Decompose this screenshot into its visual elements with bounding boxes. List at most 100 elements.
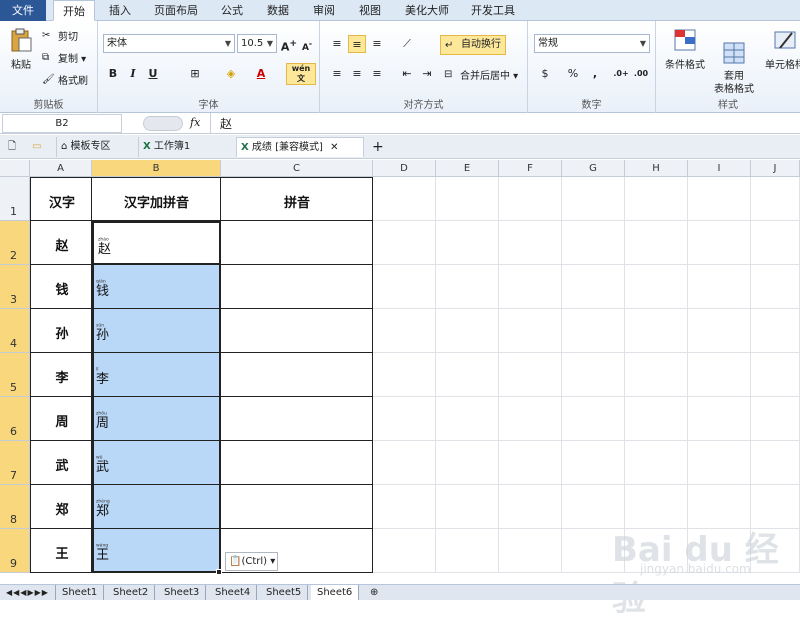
cell[interactable] [751,177,800,221]
cell[interactable] [625,221,688,265]
insert-sheet-button[interactable]: ⊕ [364,585,384,600]
cell[interactable] [625,265,688,309]
cut-button[interactable]: ✂ 剪切 [42,28,78,44]
sheet-tab-5[interactable]: Sheet5 [260,585,309,600]
cell[interactable] [436,397,499,441]
bold-button[interactable]: B [104,65,122,83]
row-header-5[interactable]: 5 [0,353,30,397]
cell[interactable]: 李 [30,353,92,397]
close-icon[interactable]: ✕ [330,142,338,153]
tab-workbook1[interactable]: X 工作簿1 [138,137,230,157]
cell[interactable] [562,177,625,221]
cell[interactable] [751,265,800,309]
cell[interactable]: sūn 孙 [92,309,221,353]
cell[interactable] [751,309,800,353]
new-doc-icon[interactable]: 🗋 [4,137,24,157]
align-top-button[interactable]: ≡ [328,35,346,53]
row-header-1[interactable]: 1 [0,177,30,221]
column-header-e[interactable]: E [436,160,499,177]
font-size-combo[interactable]: 10.5 ▼ [237,34,277,53]
cell[interactable] [373,353,436,397]
cell[interactable] [436,485,499,529]
cell[interactable] [688,221,751,265]
cell[interactable] [373,529,436,573]
folder-icon[interactable]: ▭ [28,137,48,157]
tab-formulas[interactable]: 公式 [212,0,252,21]
column-header-a[interactable]: A [30,160,92,177]
merge-center-button[interactable]: ⊟ 合并后居中 ▾ [444,67,518,83]
cell[interactable] [221,441,373,485]
column-header-c[interactable]: C [221,160,373,177]
cell[interactable] [625,441,688,485]
row-header-2[interactable]: 2 [0,221,30,265]
cell[interactable] [688,397,751,441]
cell[interactable]: 赵 [30,221,92,265]
column-header-h[interactable]: H [625,160,688,177]
cell[interactable] [688,177,751,221]
cell[interactable] [751,397,800,441]
shrink-font-button[interactable]: A- [298,35,316,53]
increase-indent-button[interactable]: ⇥ [418,65,436,83]
tab-beautify[interactable]: 美化大师 [397,0,457,21]
italic-button[interactable]: I [124,65,142,83]
cell[interactable]: zhèng 郑 [92,485,221,529]
cell[interactable] [436,309,499,353]
cell[interactable] [373,221,436,265]
align-middle-button[interactable]: ≡ [348,35,366,53]
format-painter-button[interactable]: 🖌 格式刷 [42,72,88,88]
decrease-decimal-button[interactable]: .00 [632,65,650,83]
formula-bar-resize-handle[interactable] [143,116,183,131]
column-header-j[interactable]: J [751,160,800,177]
cell[interactable]: 钱 [30,265,92,309]
cell[interactable]: 汉字加拼音 [92,177,221,221]
tab-developer[interactable]: 开发工具 [463,0,523,21]
phonetic-guide-button[interactable]: wén 文 [286,63,316,85]
row-header-9[interactable]: 9 [0,529,30,573]
cell[interactable] [221,309,373,353]
cell[interactable] [373,441,436,485]
row-header-3[interactable]: 3 [0,265,30,309]
cell[interactable] [625,309,688,353]
cell[interactable] [373,485,436,529]
cell[interactable] [373,397,436,441]
cell[interactable] [562,221,625,265]
name-box[interactable]: B2 [2,114,122,133]
row-header-6[interactable]: 6 [0,397,30,441]
cell[interactable]: 王 [30,529,92,573]
cell[interactable]: qián 钱 [92,265,221,309]
align-bottom-button[interactable]: ≡ [368,35,386,53]
wrap-text-button[interactable]: ↵ 自动换行 [440,35,506,55]
cell[interactable] [436,265,499,309]
cell[interactable] [436,221,499,265]
copy-button[interactable]: ⧉ 复制 ▾ [42,50,86,66]
cell[interactable] [688,441,751,485]
cell[interactable] [436,353,499,397]
column-header-f[interactable]: F [499,160,562,177]
font-color-button[interactable]: A [252,65,270,83]
cell[interactable] [499,265,562,309]
cell[interactable] [562,309,625,353]
fill-color-button[interactable]: ◈ [222,65,240,83]
conditional-format-button[interactable]: 条件格式 [660,27,710,71]
align-right-button[interactable]: ≡ [368,65,386,83]
align-left-button[interactable]: ≡ [328,65,346,83]
column-header-b[interactable]: B [92,160,221,177]
cell[interactable] [688,265,751,309]
cell[interactable] [436,441,499,485]
cell[interactable] [373,309,436,353]
tab-view[interactable]: 视图 [350,0,390,21]
select-all-corner[interactable] [0,160,30,177]
active-cell[interactable]: zhào 赵 [92,221,221,265]
decrease-indent-button[interactable]: ⇤ [398,65,416,83]
fx-button[interactable]: fx [190,116,200,129]
cell[interactable] [562,397,625,441]
cell[interactable] [221,353,373,397]
cell[interactable] [751,221,800,265]
tab-file[interactable]: 文件 [0,0,46,21]
cell[interactable] [499,529,562,573]
cell[interactable] [221,485,373,529]
cell[interactable] [373,265,436,309]
cell[interactable]: zhōu 周 [92,397,221,441]
paste-button[interactable]: 粘贴 [6,27,36,71]
cell[interactable] [499,309,562,353]
